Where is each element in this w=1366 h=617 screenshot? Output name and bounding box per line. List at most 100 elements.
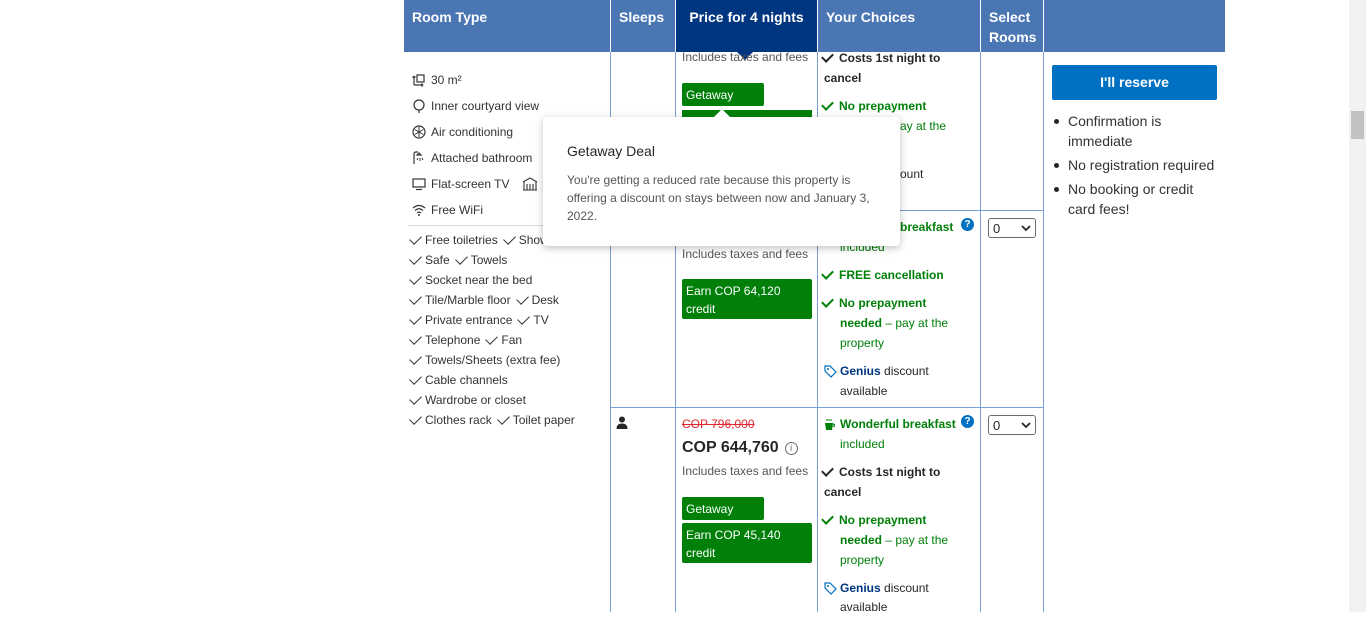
- getaway-deal-tooltip: Getaway Deal You're getting a reduced ra…: [543, 117, 900, 246]
- header-sleeps-label: Sleeps: [619, 9, 665, 25]
- check-icon: [496, 411, 510, 425]
- amenity-label: Towels: [470, 253, 508, 267]
- check-icon: [821, 295, 834, 308]
- tv-icon: [412, 178, 426, 191]
- choice-label: No prepayment: [839, 296, 927, 310]
- scrollbar-track[interactable]: [1349, 0, 1366, 612]
- genius-label: Genius: [840, 581, 881, 595]
- room-count-select[interactable]: 0: [988, 218, 1036, 238]
- choice-label: needed: [840, 533, 883, 547]
- amenity-line: Clothes rack Toilet paper: [409, 411, 575, 428]
- view-icon: [413, 99, 425, 113]
- genius-available: available: [840, 384, 888, 398]
- person-icon: [616, 416, 628, 429]
- genius-discount: Genius discount: [824, 578, 929, 598]
- feature-tv: Flat-screen TV T: [412, 176, 551, 192]
- choice-no-prepayment-cont: needed – pay at the: [840, 530, 948, 550]
- amenity-line: Private entrance TV: [409, 311, 549, 328]
- tooltip-title: Getaway Deal: [567, 143, 655, 159]
- choice-no-prepayment: No prepayment: [821, 510, 927, 530]
- choice-cost-first-night: Costs 1st night to cancel: [821, 48, 974, 88]
- coffee-icon: [825, 418, 836, 430]
- choice-no-prepayment-cont: needed – pay at the: [840, 313, 948, 333]
- col-divider: [1043, 52, 1044, 612]
- room-count-select[interactable]: 0: [988, 415, 1036, 435]
- getaway-deal-badge[interactable]: Getaway Deal: [682, 497, 764, 534]
- choice-free-cancellation: FREE cancellation: [821, 265, 944, 285]
- feature-wifi: Free WiFi: [412, 202, 483, 218]
- feature-label: Flat-screen TV: [431, 177, 510, 191]
- amenity-label: Clothes rack: [425, 413, 492, 427]
- genius-available: available: [840, 600, 888, 614]
- choice-sublabel: property: [840, 553, 885, 567]
- feature-label: Air conditioning: [431, 125, 514, 139]
- feature-view: Inner courtyard view: [412, 98, 539, 114]
- choice-breakfast: Wonderful breakfast: [824, 414, 956, 434]
- amenity-label: TV: [533, 313, 549, 327]
- check-icon: [409, 231, 422, 245]
- choice-cost-first-night: Costs 1st night to cancel: [821, 462, 964, 502]
- feature-label: Attached bathroom: [431, 151, 533, 165]
- feature-ac: Air conditioning: [412, 124, 513, 140]
- info-icon[interactable]: i: [784, 441, 798, 455]
- amenity-line: Socket near the bed: [409, 271, 532, 288]
- header-reserve-col: [1044, 0, 1225, 52]
- amenity-line: Telephone Fan: [409, 331, 522, 348]
- choice-label-partial: ay at the: [900, 119, 947, 133]
- select-value: 0: [993, 417, 1001, 433]
- help-icon[interactable]: ?: [961, 415, 974, 428]
- check-icon: [485, 331, 499, 345]
- amenity-line: Towels/Sheets (extra fee): [409, 351, 561, 368]
- includes-taxes: Includes taxes and fees: [682, 247, 809, 261]
- chevron-down-icon: [1021, 422, 1031, 429]
- building-icon: [523, 177, 538, 191]
- choice-label: No prepayment: [839, 513, 927, 527]
- header-select-rooms: Select Rooms: [981, 0, 1043, 52]
- choice-label-partial: breakfast: [900, 220, 954, 234]
- amenity-line: Tile/Marble floor Desk: [409, 291, 559, 308]
- check-icon: [454, 251, 468, 265]
- amenity-label: Private entrance: [425, 313, 513, 327]
- snowflake-icon: [412, 125, 426, 139]
- check-icon: [409, 251, 422, 265]
- amenity-label: Safe: [425, 253, 450, 267]
- check-icon: [821, 267, 834, 280]
- current-price: COP 644,760 i: [682, 439, 798, 457]
- choice-sublabel: included: [840, 437, 885, 451]
- choice-label: Wonderful breakfast: [840, 417, 956, 431]
- help-icon[interactable]: ?: [961, 218, 974, 231]
- check-icon: [515, 291, 529, 305]
- amenity-label: Towels/Sheets (extra fee): [425, 353, 561, 367]
- amenity-label: Free toiletries: [425, 233, 498, 247]
- choice-sublabel: – pay at the: [885, 533, 949, 547]
- amenity-label: Tile/Marble floor: [425, 293, 511, 307]
- header-your-choices: Your Choices: [818, 0, 980, 52]
- header-price-label: Price for 4 nights: [689, 9, 804, 25]
- feature-label: Inner courtyard view: [431, 99, 540, 113]
- amenity-line: Cable channels: [409, 371, 508, 388]
- room-size-icon: [412, 74, 425, 87]
- check-icon: [409, 271, 422, 285]
- header-room-type-label: Room Type: [412, 9, 488, 25]
- genius-discount: Genius discount: [824, 361, 929, 381]
- amenity-line: Free toiletries Show: [409, 231, 549, 248]
- header-select-rooms-label: Select Rooms: [989, 9, 1037, 45]
- genius-sublabel: discount: [884, 364, 929, 378]
- shower-icon: [413, 151, 424, 164]
- reserve-button[interactable]: I'll reserve: [1052, 65, 1217, 100]
- feature-bathroom: Attached bathroom: [412, 150, 532, 166]
- getaway-deal-badge[interactable]: Getaway Deal: [682, 83, 764, 120]
- reserve-benefits: Confirmation is immediate No registratio…: [1052, 111, 1222, 223]
- check-icon: [409, 371, 422, 385]
- includes-taxes: Includes taxes and fees: [682, 50, 809, 64]
- tooltip-arrow: [714, 109, 730, 117]
- includes-taxes: Includes taxes and fees: [682, 464, 809, 478]
- col-divider: [980, 52, 981, 612]
- scrollbar-thumb[interactable]: [1351, 111, 1364, 139]
- header-room-type: Room Type: [404, 0, 610, 52]
- amenity-label: Toilet paper: [512, 413, 575, 427]
- check-icon: [821, 512, 834, 525]
- amenity-line: Safe Towels: [409, 251, 508, 268]
- feature-label: Free WiFi: [431, 203, 483, 217]
- chevron-down-icon: [1021, 225, 1031, 232]
